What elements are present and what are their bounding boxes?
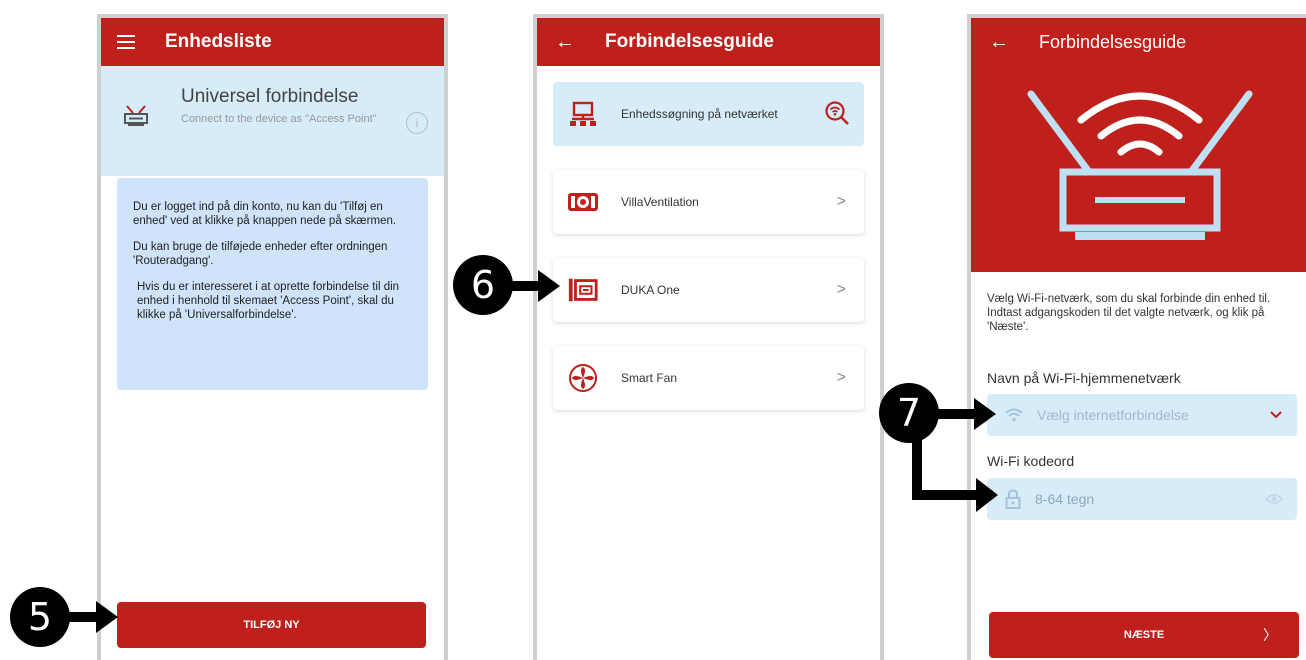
instruction-text: Vælg Wi-Fi-netværk, som du skal forbinde… [987,293,1271,333]
password-placeholder: 8-64 tegn [1035,491,1095,507]
page-title: Enhedsliste [165,31,272,52]
arrow-bent-right-icon [912,440,998,512]
menu-icon[interactable] [117,35,135,49]
device-label: Smart Fan [621,371,678,385]
message-paragraph: Du er logget ind på din konto, nu kan du… [133,201,397,227]
app-bar: Enhedsliste [101,18,444,66]
eye-icon[interactable] [1265,493,1283,505]
arrow-right-icon [68,601,118,633]
chevron-right-icon: > [836,281,846,298]
wifi-icon [1005,408,1023,422]
back-arrow-icon[interactable]: ← [989,32,1009,52]
network-icon [567,98,599,130]
page-title: Forbindelsesguide [1039,31,1187,52]
hero-banner: ← Forbindelsesguide [971,18,1306,272]
universal-connection-card[interactable]: Universel forbindelse Connect to the dev… [101,66,444,176]
lock-icon [1005,489,1021,509]
arrow-right-icon [510,270,560,302]
app-bar: ← Forbindelsesguide [971,18,1306,66]
wifi-password-input[interactable]: 8-64 tegn [987,478,1297,520]
add-new-button[interactable]: TILFØJ NY [117,602,426,648]
chevron-right-icon: > [836,369,846,386]
router-illustration-icon [1027,90,1253,240]
next-button[interactable]: NÆSTE 〉 [989,612,1299,658]
app-bar: ← Forbindelsesguide [537,18,880,66]
device-item-villaventilation[interactable]: VillaVentilation > [553,170,864,234]
device-item-duka-one[interactable]: DUKA One > [553,258,864,322]
fan-icon [567,362,599,394]
back-arrow-icon[interactable]: ← [555,32,575,52]
network-select-value: Vælg internetforbindelse [1037,407,1189,423]
router-icon [123,104,149,133]
step-badge-6: 6 [453,255,513,315]
network-search-card[interactable]: Enhedssøgning på netværket [553,82,864,146]
chevron-right-icon: > [836,193,846,210]
next-button-label: NÆSTE [1123,629,1165,641]
network-name-label: Navn på Wi-Fi-hjemmenetværk [987,370,1181,386]
device-list-screen: Enhedsliste Universel forbindelse Connec… [97,14,448,660]
device-label: VillaVentilation [621,195,699,209]
network-search-label: Enhedssøgning på netværket [621,107,778,121]
chevron-down-icon[interactable] [1269,410,1283,420]
villaventilation-icon [567,186,599,218]
universal-connection-subtitle: Connect to the device as "Access Point" [181,113,377,125]
message-paragraph: Hvis du er interesseret i at oprette for… [137,281,400,321]
device-label: DUKA One [621,283,680,297]
page-title: Forbindelsesguide [605,31,774,52]
device-item-smart-fan[interactable]: Smart Fan > [553,346,864,410]
wifi-search-icon[interactable] [824,100,850,129]
duka-one-icon [567,274,599,306]
info-icon[interactable]: i [406,112,428,134]
step-badge-5: 5 [10,587,70,647]
message-paragraph: Du kan bruge de tilføjede enheder efter … [133,241,388,267]
info-message: Du er logget ind på din konto, nu kan du… [117,178,428,390]
network-select[interactable]: Vælg internetforbindelse [987,394,1297,436]
arrow-right-icon [930,398,996,430]
chevron-right-icon: 〉 [1263,627,1277,643]
universal-connection-title: Universel forbindelse [181,86,359,107]
connection-guide-screen: ← Forbindelsesguide Enhedssøgning på net… [533,14,884,660]
wifi-setup-screen: ← Forbindelsesguide Vælg Wi-Fi-netværk, … [967,14,1306,660]
